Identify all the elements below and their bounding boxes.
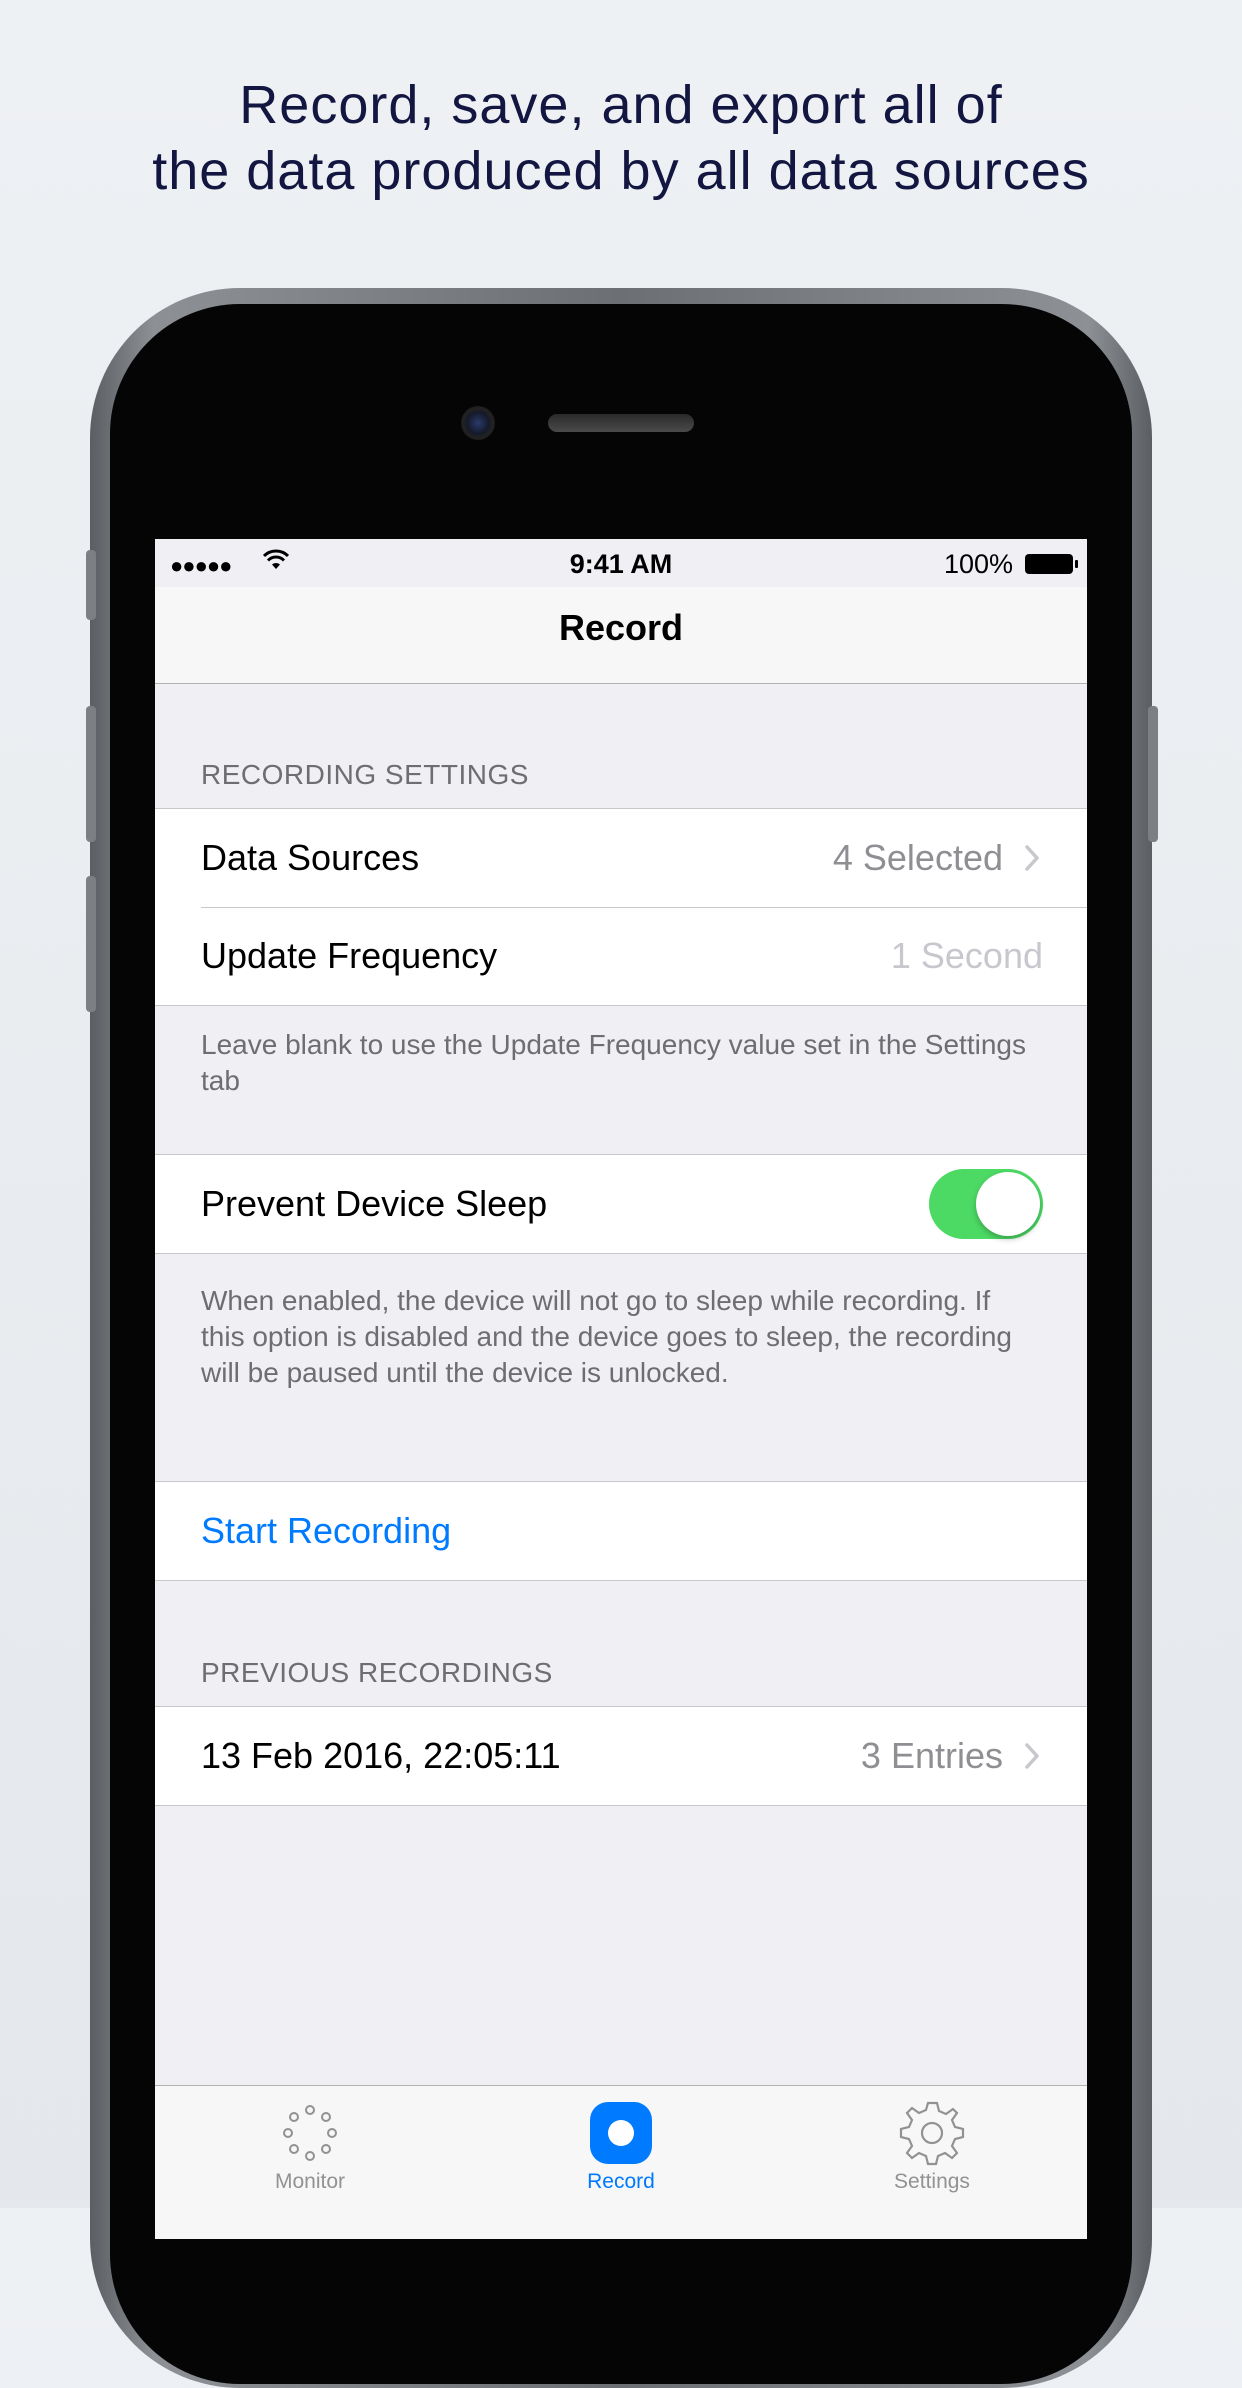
- update-frequency-input[interactable]: 1 Second: [891, 935, 1043, 977]
- monitor-dots-icon: [283, 2105, 337, 2161]
- previous-recordings-header: PREVIOUS RECORDINGS: [201, 1657, 553, 1688]
- gear-icon: [899, 2101, 965, 2166]
- mute-switch: [86, 550, 96, 620]
- tab-bar: Monitor Record Settings: [155, 2085, 1087, 2239]
- recording-date: 13 Feb 2016, 22:05:11: [201, 1735, 561, 1776]
- update-frequency-label: Update Frequency: [201, 935, 498, 976]
- prevent-sleep-footer: When enabled, the device will not go to …: [201, 1285, 1012, 1388]
- battery-percentage: 100%: [943, 549, 1013, 579]
- start-recording-group: Start Recording: [155, 1481, 1087, 1581]
- record-icon: [590, 2102, 652, 2164]
- navigation-bar: Record: [155, 587, 1087, 684]
- chevron-right-icon: [1025, 1743, 1039, 1769]
- tab-monitor-label: Monitor: [274, 2170, 346, 2193]
- earpiece-speaker: [548, 414, 694, 432]
- data-sources-row[interactable]: Data Sources 4 Selected: [155, 809, 1087, 907]
- tab-settings[interactable]: Settings: [777, 2086, 1087, 2239]
- prevent-sleep-toggle[interactable]: [929, 1169, 1043, 1239]
- headline-line-1: Record, save, and export all of: [239, 75, 1003, 135]
- start-recording-label: Start Recording: [201, 1510, 452, 1551]
- chevron-right-icon: [1025, 845, 1039, 871]
- phone-screen: ●●●●● 9:41 AM 100% Record RECORDING SETT…: [155, 539, 1087, 2239]
- prevent-sleep-label: Prevent Device Sleep: [201, 1183, 548, 1224]
- volume-down-button: [86, 876, 96, 1012]
- tab-settings-label: Settings: [894, 2170, 970, 2193]
- recording-list-item[interactable]: 13 Feb 2016, 22:05:11 3 Entries: [155, 1707, 1087, 1805]
- volume-up-button: [86, 706, 96, 842]
- start-recording-button[interactable]: Start Recording: [155, 1482, 1087, 1580]
- toggle-knob: [976, 1172, 1040, 1236]
- battery-icon: [1025, 554, 1078, 574]
- headline-line-2: the data produced by all data sources: [152, 141, 1090, 201]
- recording-entries: 3 Entries: [860, 1735, 1003, 1776]
- power-button: [1148, 706, 1158, 842]
- marketing-headline: Record, save, and export all of the data…: [0, 72, 1242, 204]
- previous-recordings-group: 13 Feb 2016, 22:05:11 3 Entries: [155, 1706, 1087, 1806]
- tab-monitor[interactable]: Monitor: [155, 2086, 465, 2239]
- update-frequency-row[interactable]: Update Frequency 1 Second: [155, 907, 1087, 1005]
- tab-record-label: Record: [587, 2170, 655, 2193]
- front-camera: [461, 406, 495, 440]
- data-sources-value: 4 Selected: [832, 837, 1003, 878]
- data-sources-label: Data Sources: [201, 837, 420, 878]
- update-frequency-footer: Leave blank to use the Update Frequency …: [201, 1029, 1026, 1096]
- tab-record[interactable]: Record: [466, 2086, 776, 2239]
- page-title: Record: [558, 607, 684, 648]
- recording-settings-header: RECORDING SETTINGS: [201, 759, 529, 790]
- recording-settings-group: Data Sources 4 Selected Update Frequency…: [155, 808, 1087, 1006]
- status-bar: ●●●●● 9:41 AM 100%: [155, 539, 1087, 587]
- prevent-sleep-group: Prevent Device Sleep: [155, 1154, 1087, 1254]
- prevent-sleep-row: Prevent Device Sleep: [155, 1155, 1087, 1253]
